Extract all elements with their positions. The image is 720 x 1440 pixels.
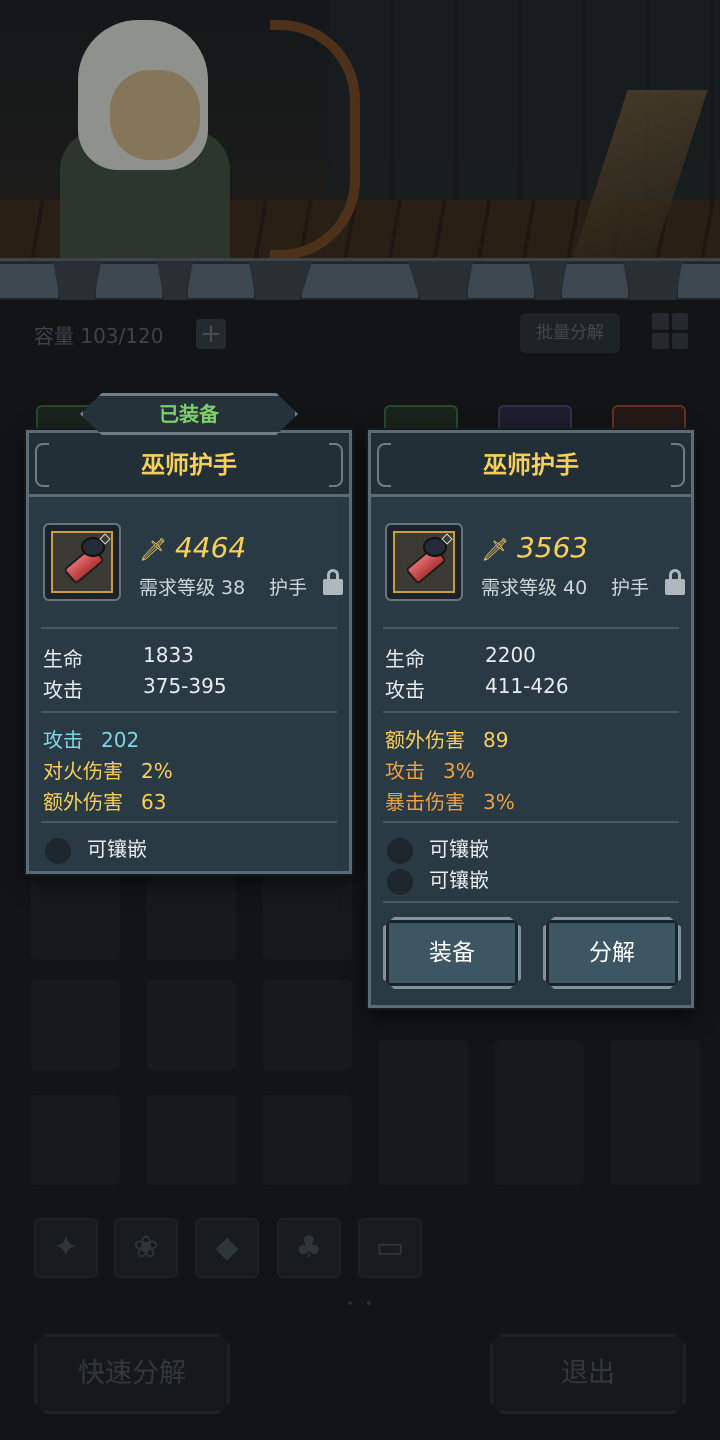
salvage-button[interactable]: 分解	[543, 917, 681, 989]
rail-tile	[300, 262, 420, 300]
substat-row: 攻击 3%	[385, 759, 475, 783]
substat-row: 对火伤害 2%	[43, 759, 173, 783]
equip-button[interactable]: 装备	[383, 917, 521, 989]
stat-row: 攻击 411-426	[385, 674, 569, 702]
lock-icon[interactable]	[323, 569, 343, 597]
rail-tile	[0, 262, 60, 300]
power-score: 🗡 4464	[139, 531, 247, 564]
required-level: 需求等级 38	[139, 577, 246, 599]
lock-icon[interactable]	[665, 569, 685, 597]
equipped-badge: 已装备	[80, 393, 298, 435]
compare-item-card: 巫师护手 🗡 3563 需求等级 40 护手 生命 2200 攻击 411-426 额…	[368, 430, 694, 1008]
rail-tile	[676, 262, 720, 300]
sword-icon: 🗡	[481, 538, 509, 563]
socket-row: 可镶嵌	[45, 833, 147, 864]
item-icon-frame[interactable]	[43, 523, 121, 601]
rail-tile	[94, 262, 164, 300]
substat-row: 额外伤害 89	[385, 728, 509, 752]
socket-row: 可镶嵌	[387, 833, 489, 864]
substat-row: 暴击伤害 3%	[385, 790, 515, 814]
sword-icon: 🗡	[139, 538, 167, 563]
character-scene	[0, 0, 720, 300]
socket-icon	[387, 868, 413, 895]
stat-row: 攻击 375-395	[43, 674, 227, 702]
required-level: 需求等级 40	[481, 577, 588, 599]
power-score: 🗡 3563	[481, 531, 589, 564]
item-slot-type: 护手	[611, 577, 650, 599]
rail-tile	[186, 262, 256, 300]
stat-row: 生命 2200	[385, 643, 536, 671]
game-screen: 容量 103/120 + 批量分解 ✦ ❀ ◆ ♣ ▭ • • 快速分解 退出 …	[0, 0, 720, 1440]
stat-row: 生命 1833	[43, 643, 194, 671]
socket-icon	[387, 837, 413, 864]
rail-tile	[560, 262, 630, 300]
substat-row: 额外伤害 63	[43, 790, 167, 814]
equipped-item-card: 巫师护手 🗡 4464 需求等级 38 护手 生命 1833 攻击 375-395 攻…	[26, 430, 352, 874]
socket-row: 可镶嵌	[387, 864, 489, 895]
item-title: 巫师护手	[29, 433, 349, 497]
rail-tile	[466, 262, 536, 300]
socket-icon	[45, 837, 71, 864]
item-slot-type: 护手	[269, 577, 308, 599]
substat-row: 攻击 202	[43, 728, 140, 752]
item-title: 巫师护手	[371, 433, 691, 497]
item-icon-frame[interactable]	[385, 523, 463, 601]
